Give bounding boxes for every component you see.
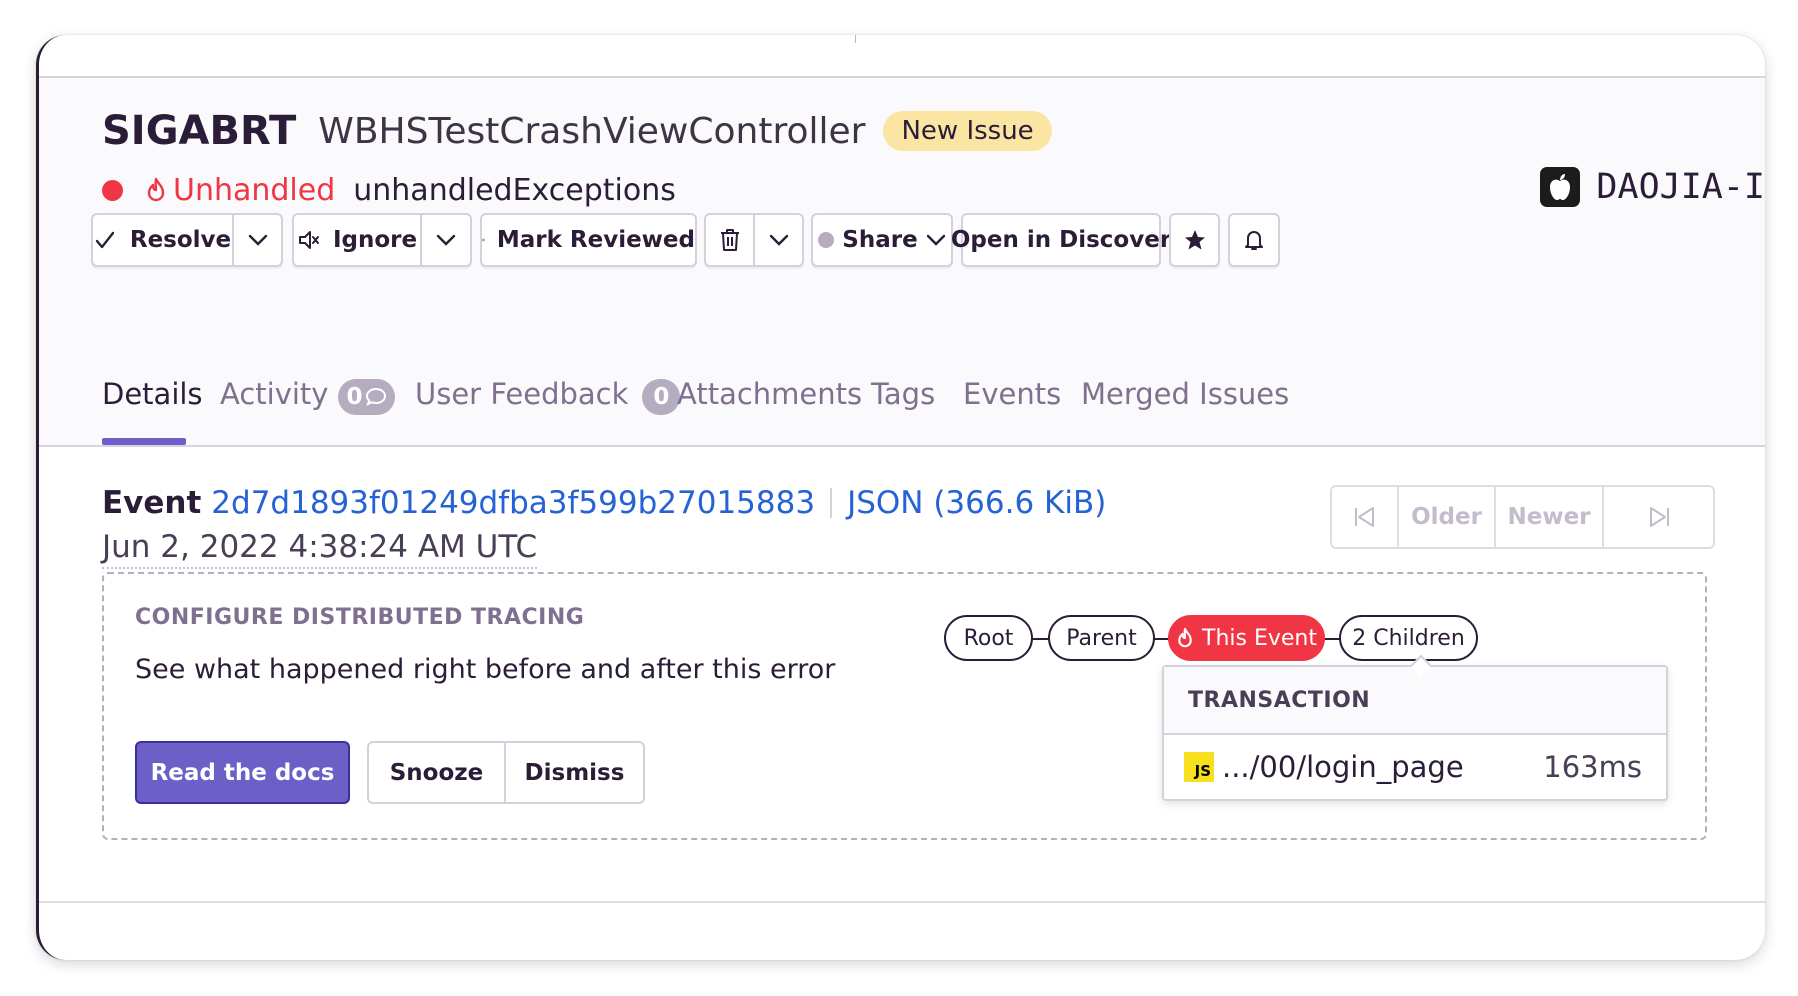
- event-separator: [830, 488, 833, 518]
- this-event-label: This Event: [1202, 625, 1317, 651]
- resolve-label: Resolve: [129, 227, 232, 253]
- resolve-button-group: Resolve: [91, 213, 283, 267]
- transaction-hovercard: TRANSACTION JS .../00/login_page 163ms: [1162, 665, 1668, 801]
- section-divider: [39, 901, 1765, 903]
- transaction-duration: 163ms: [1543, 750, 1642, 784]
- older-label: Older: [1411, 504, 1482, 530]
- issue-subtitle-row: Unhandled unhandledExceptions: [102, 170, 676, 210]
- project-name: DAOJIA-I: [1596, 167, 1765, 207]
- event-pager: Older Newer: [1330, 485, 1715, 549]
- tab-events-label: Events: [963, 377, 1062, 411]
- tab-merged-issues[interactable]: Merged Issues: [1081, 373, 1289, 445]
- issue-details-window: SIGABRT WBHSTestCrashViewController New …: [36, 35, 1765, 960]
- distributed-tracing-prompt: CONFIGURE DISTRIBUTED TRACING See what h…: [102, 572, 1707, 840]
- issue-title-row: SIGABRT WBHSTestCrashViewController New …: [102, 103, 1052, 159]
- inbox-icon: [482, 238, 485, 242]
- newer-button[interactable]: Newer: [1494, 487, 1602, 547]
- tab-attachments[interactable]: Attachments: [677, 373, 862, 445]
- unhandled-label: Unhandled: [173, 172, 336, 208]
- check-icon: [95, 231, 115, 249]
- user-feedback-count-badge: 0: [642, 379, 681, 415]
- read-docs-button[interactable]: Read the docs: [135, 741, 350, 804]
- resolve-dropdown-button[interactable]: [232, 215, 281, 265]
- dismiss-button[interactable]: Dismiss: [504, 743, 643, 802]
- snooze-dismiss-group: Snooze Dismiss: [367, 741, 645, 804]
- snooze-button[interactable]: Snooze: [369, 743, 504, 802]
- open-in-discover-button[interactable]: Open in Discover: [951, 213, 1171, 267]
- tab-attachments-label: Attachments: [677, 377, 863, 411]
- subscribe-button[interactable]: [1228, 213, 1280, 267]
- tab-tags-label: Tags: [871, 377, 936, 411]
- delete-button[interactable]: [706, 215, 753, 265]
- first-page-icon: [1354, 507, 1374, 527]
- newest-button[interactable]: [1602, 487, 1713, 547]
- resolve-button[interactable]: Resolve: [93, 215, 232, 265]
- transaction-header: TRANSACTION: [1164, 667, 1666, 735]
- fire-icon: [1178, 627, 1192, 648]
- chevron-down-icon: [436, 234, 456, 246]
- chevron-down-icon: [926, 234, 945, 246]
- last-page-icon: [1649, 507, 1669, 527]
- ignore-button-group: Ignore: [292, 213, 472, 267]
- issue-culprit: WBHSTestCrashViewController: [318, 110, 866, 152]
- issue-type: SIGABRT: [102, 108, 297, 154]
- trash-icon: [720, 229, 739, 251]
- share-button[interactable]: Share: [811, 213, 953, 267]
- mechanism-label: unhandledExceptions: [353, 172, 676, 208]
- share-label: Share: [842, 227, 918, 253]
- error-level-dot: [102, 179, 123, 201]
- trace-node-children[interactable]: 2 Children: [1339, 615, 1478, 661]
- javascript-icon: JS: [1184, 752, 1214, 782]
- chevron-down-icon: [769, 234, 788, 246]
- bookmark-button[interactable]: [1169, 213, 1220, 267]
- tab-user-feedback[interactable]: User Feedback 0: [415, 373, 681, 445]
- ignore-label: Ignore: [332, 227, 418, 253]
- tab-user-feedback-label: User Feedback: [415, 377, 629, 411]
- bell-icon: [1245, 231, 1263, 250]
- tracing-title: CONFIGURE DISTRIBUTED TRACING: [135, 605, 585, 630]
- apple-icon: [1540, 167, 1581, 207]
- chevron-down-icon: [248, 234, 267, 246]
- project-badge[interactable]: DAOJIA-I: [1540, 157, 1765, 217]
- trace-node-root[interactable]: Root: [944, 615, 1033, 661]
- star-icon: [1184, 230, 1205, 250]
- tab-details-label: Details: [102, 377, 203, 411]
- new-issue-badge: New Issue: [883, 111, 1052, 151]
- mark-reviewed-button[interactable]: Mark Reviewed: [480, 213, 697, 267]
- ignore-dropdown-button[interactable]: [420, 215, 470, 265]
- trace-node-this-event[interactable]: This Event: [1168, 615, 1325, 661]
- transaction-name: .../00/login_page: [1222, 750, 1464, 784]
- older-button[interactable]: Older: [1397, 487, 1494, 547]
- mute-icon: [298, 231, 319, 249]
- top-divider: [855, 35, 856, 43]
- tab-activity[interactable]: Activity 0: [220, 373, 396, 445]
- tracing-description: See what happened right before and after…: [135, 654, 836, 685]
- tab-events[interactable]: Events: [963, 373, 1061, 445]
- trace-node-parent[interactable]: Parent: [1048, 615, 1155, 661]
- event-id-row: Event 2d7d1893f01249dfba3f599b27015883 J…: [102, 481, 1106, 525]
- ignore-button[interactable]: Ignore: [294, 215, 420, 265]
- event-date[interactable]: Jun 2, 2022 4:38:24 AM UTC: [102, 529, 538, 569]
- newer-label: Newer: [1507, 504, 1591, 530]
- transaction-row[interactable]: JS .../00/login_page 163ms: [1184, 733, 1642, 801]
- event-json-link[interactable]: JSON (366.6 KiB): [847, 485, 1106, 521]
- delete-button-group: [704, 213, 804, 267]
- open-in-discover-label: Open in Discover: [950, 227, 1172, 253]
- top-strip: [39, 35, 1765, 78]
- mark-reviewed-label: Mark Reviewed: [496, 227, 695, 253]
- activity-count-badge: 0: [338, 379, 396, 415]
- event-label: Event: [102, 485, 202, 521]
- tab-activity-label: Activity: [220, 377, 329, 411]
- delete-dropdown-button[interactable]: [753, 215, 802, 265]
- event-id-link[interactable]: 2d7d1893f01249dfba3f599b27015883: [211, 485, 815, 521]
- activity-count: 0: [346, 384, 363, 410]
- comment-icon: [366, 387, 387, 406]
- fire-icon: [145, 177, 167, 203]
- share-status-dot: [818, 232, 835, 248]
- tab-tags[interactable]: Tags: [871, 373, 935, 445]
- tab-merged-issues-label: Merged Issues: [1081, 377, 1290, 411]
- oldest-button[interactable]: [1332, 487, 1397, 547]
- tab-details[interactable]: Details: [102, 373, 203, 445]
